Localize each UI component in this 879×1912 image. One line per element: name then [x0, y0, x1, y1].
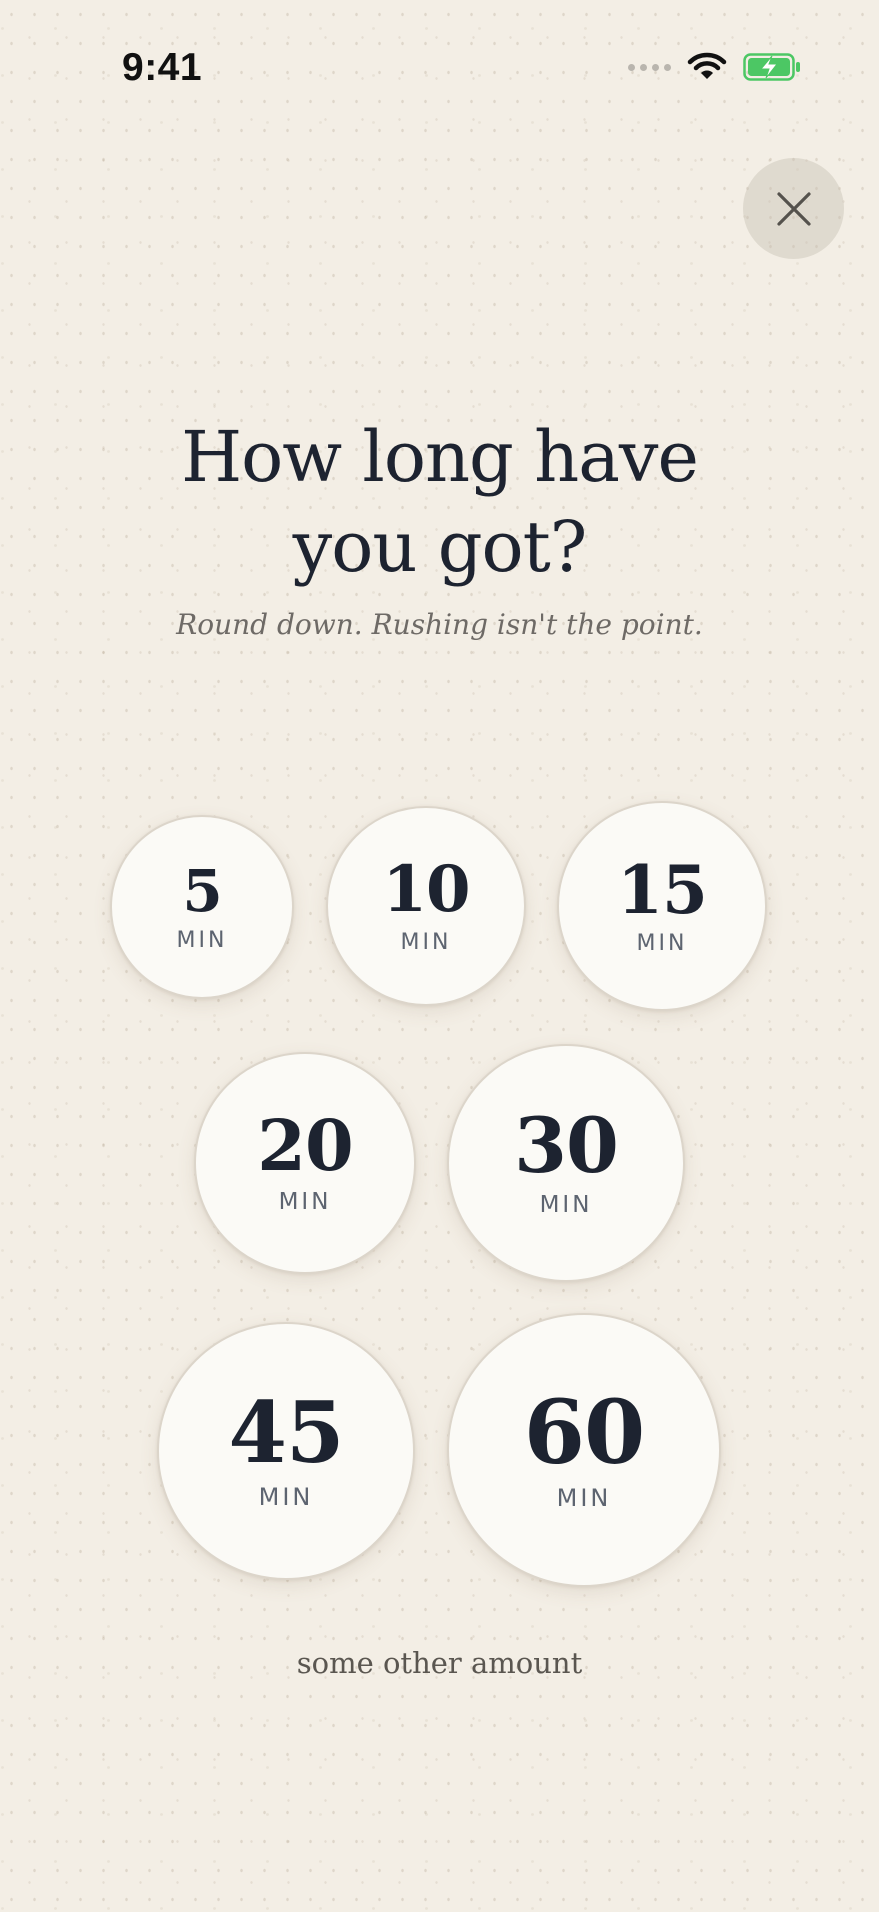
battery-charging-icon — [743, 53, 801, 81]
duration-value: 10 — [382, 851, 470, 927]
wifi-icon — [687, 52, 727, 79]
duration-option-60-min[interactable]: 60 MIN — [447, 1313, 721, 1587]
cellular-signal-icon — [628, 63, 671, 71]
duration-value: 30 — [514, 1101, 619, 1190]
duration-picker-screen: 9:41 How long have you got? Round down. … — [0, 0, 879, 1912]
duration-option-45-min[interactable]: 45 MIN — [157, 1322, 415, 1580]
duration-value: 15 — [617, 850, 708, 929]
other-amount-link[interactable]: some other amount — [0, 1646, 879, 1680]
duration-option-10-min[interactable]: 10 MIN — [326, 806, 526, 1006]
duration-value: 45 — [228, 1383, 345, 1482]
duration-option-30-min[interactable]: 30 MIN — [447, 1044, 685, 1282]
duration-unit: MIN — [258, 1483, 314, 1511]
duration-value: 5 — [182, 856, 222, 925]
duration-unit: MIN — [400, 929, 452, 955]
page-title: How long have you got? — [181, 416, 699, 588]
duration-option-15-min[interactable]: 15 MIN — [557, 801, 767, 1011]
close-button[interactable] — [743, 158, 844, 259]
duration-unit: MIN — [539, 1192, 593, 1218]
duration-value: 60 — [523, 1380, 645, 1484]
close-icon — [776, 191, 811, 226]
duration-unit: MIN — [278, 1189, 332, 1215]
status-indicators — [628, 52, 801, 82]
page-subtitle: Round down. Rushing isn't the point. — [176, 608, 703, 641]
duration-unit: MIN — [636, 930, 688, 956]
duration-option-5-min[interactable]: 5 MIN — [110, 815, 294, 999]
duration-unit: MIN — [556, 1484, 612, 1512]
duration-option-20-min[interactable]: 20 MIN — [194, 1052, 416, 1274]
status-time: 9:41 — [122, 46, 203, 89]
duration-unit: MIN — [176, 927, 228, 953]
duration-value: 20 — [257, 1104, 353, 1187]
